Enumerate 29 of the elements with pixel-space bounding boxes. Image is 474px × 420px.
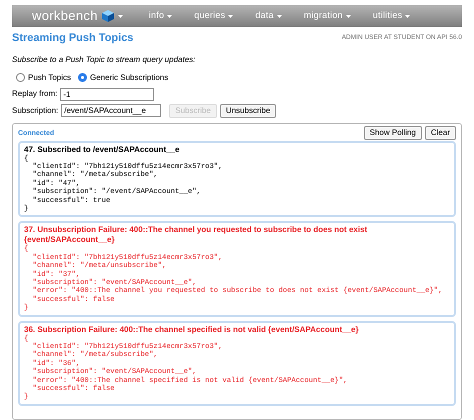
nav-menu[interactable]: queries — [194, 9, 226, 23]
nav-menu[interactable]: utilities — [372, 9, 402, 23]
intro-text: Subscribe to a Push Topic to stream query updates: — [12, 54, 196, 66]
caret-icon — [276, 14, 282, 18]
caret-icon — [346, 14, 351, 18]
unsubscribe-button[interactable]: Unsubscribe — [220, 104, 276, 118]
caret-icon — [118, 14, 123, 18]
radio-button[interactable] — [16, 73, 25, 82]
panel-button[interactable]: Clear — [424, 126, 456, 140]
subscription-input[interactable]: /event/SAPAccount__e — [61, 104, 162, 117]
message-title: 36. Subscription Failure: 400::The channel specified is not valid {event/SAPAccount__e} — [24, 324, 360, 334]
field-label: Replay from: — [12, 88, 58, 100]
caret-icon — [167, 14, 172, 18]
radio-label: Generic Subscriptions — [90, 72, 168, 84]
nav-menu[interactable]: data — [255, 9, 274, 23]
message-title: 47. Subscribed to /event/SAPAccount__e — [24, 144, 180, 154]
message-title: 37. Unsubscription Failure: 400::The channel you requested to subscribe to does not exist {event/SAPAccount__e} — [24, 225, 368, 244]
panel-button[interactable]: Show Polling — [364, 126, 422, 140]
replay-input[interactable]: -1 — [60, 88, 154, 100]
radio-label: Push Topics — [28, 72, 71, 84]
nav-menu[interactable]: info — [148, 9, 164, 23]
workbench-logo[interactable]: workbench — [32, 6, 98, 26]
nav-menu[interactable]: migration — [304, 9, 343, 23]
field-label: Subscription: — [12, 104, 58, 116]
radio-button[interactable] — [78, 73, 87, 82]
caret-icon — [228, 14, 234, 18]
page-title: Streaming Push Topics — [12, 31, 134, 46]
cube-icon — [100, 9, 115, 23]
caret-icon — [405, 14, 410, 18]
